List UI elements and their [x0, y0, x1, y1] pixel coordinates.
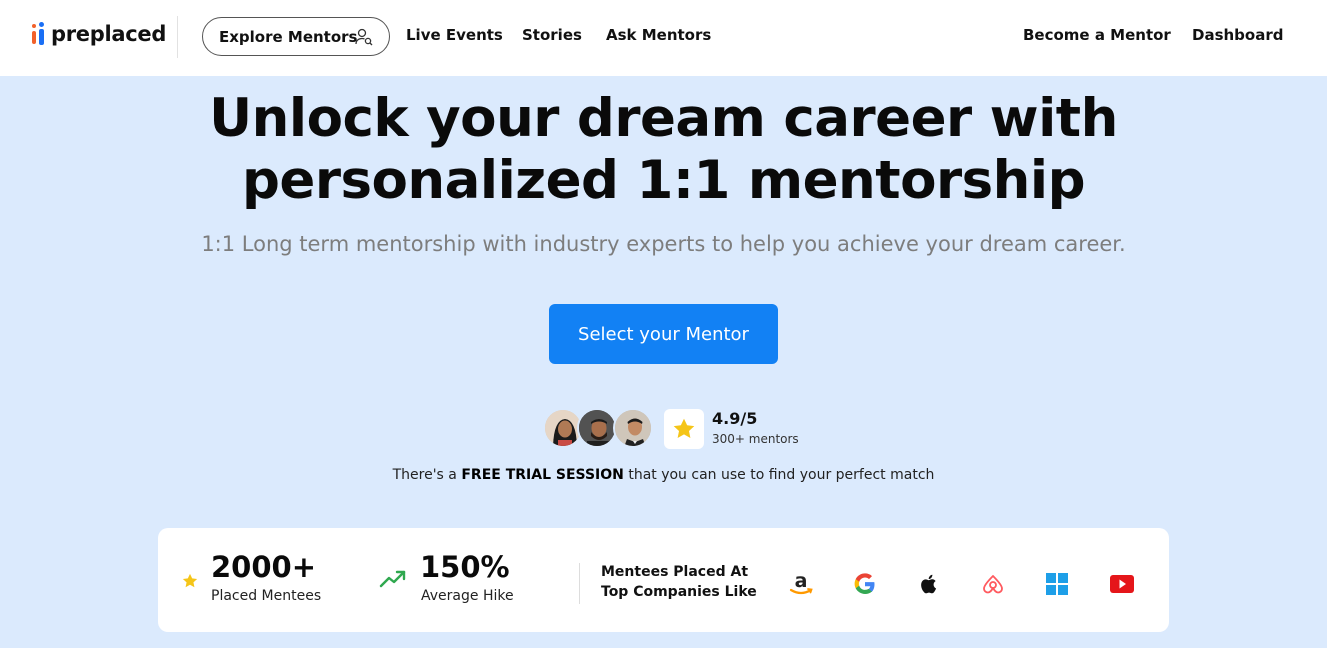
rating-score: 4.9/5 [712, 409, 758, 428]
windows-icon [1043, 570, 1071, 598]
trending-up-icon [379, 570, 406, 588]
star-icon [182, 573, 198, 588]
top-navbar: preplaced Explore Mentors Live Events St… [0, 0, 1327, 76]
svg-text:a: a [795, 570, 808, 592]
explore-mentors-label: Explore Mentors [219, 27, 358, 46]
hero-title-line1: Unlock your dream career with [209, 88, 1118, 149]
nav-become-mentor[interactable]: Become a Mentor [1023, 26, 1171, 44]
average-hike-label: Average Hike [421, 588, 514, 604]
free-trial-note: There's a FREE TRIAL SESSION that you ca… [0, 467, 1327, 483]
stats-card: 2000+ Placed Mentees 150% Average Hike M… [158, 528, 1169, 632]
select-mentor-button[interactable]: Select your Mentor [549, 304, 778, 364]
nav-live-events[interactable]: Live Events [406, 26, 503, 44]
avatar [613, 408, 653, 448]
avatar [577, 408, 617, 448]
google-icon [851, 570, 879, 598]
trial-highlight: FREE TRIAL SESSION [461, 467, 624, 483]
trial-suffix: that you can use to find your perfect ma… [623, 467, 935, 483]
airbnb-icon [979, 570, 1007, 598]
apple-icon [915, 570, 943, 598]
nav-dashboard[interactable]: Dashboard [1192, 26, 1283, 44]
nav-divider [177, 16, 178, 58]
placed-mentees-value: 2000+ [211, 550, 317, 584]
companies-label: Mentees Placed At Top Companies Like [601, 564, 757, 600]
brand-logo[interactable]: preplaced [31, 22, 166, 46]
star-icon [673, 418, 695, 438]
nav-stories[interactable]: Stories [522, 26, 582, 44]
stats-divider [579, 563, 580, 604]
average-hike-value: 150% [420, 550, 510, 584]
nav-ask-mentors[interactable]: Ask Mentors [606, 26, 711, 44]
trial-prefix: There's a [392, 467, 462, 483]
explore-mentors-button[interactable]: Explore Mentors [202, 17, 390, 56]
placed-mentees-label: Placed Mentees [211, 588, 322, 604]
hero-title-line2: personalized 1:1 mentorship [241, 150, 1086, 211]
youtube-icon [1108, 570, 1136, 598]
brand-name: preplaced [51, 22, 167, 46]
user-search-icon [355, 28, 373, 46]
hero-subtitle: 1:1 Long term mentorship with industry e… [201, 232, 1126, 256]
rating-mentor-count: 300+ mentors [712, 432, 799, 446]
logo-mark-icon [31, 22, 45, 46]
amazon-icon: a [787, 570, 815, 598]
hero-title: Unlock your dream career with personaliz… [0, 88, 1327, 212]
rating-star-box [664, 409, 704, 449]
